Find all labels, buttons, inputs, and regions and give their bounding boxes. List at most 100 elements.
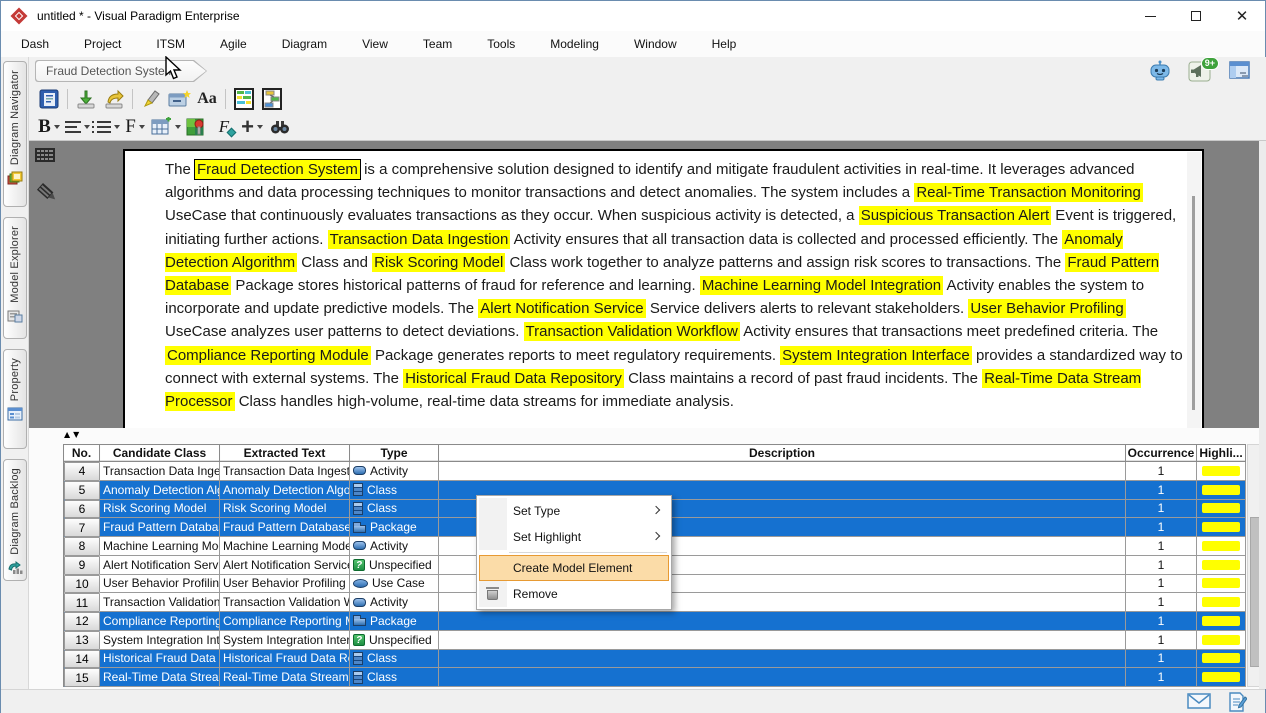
column-header-occ[interactable]: Occurrence xyxy=(1126,445,1197,462)
type-cell[interactable]: Package xyxy=(350,612,439,631)
description-cell[interactable] xyxy=(439,650,1126,669)
description-cell[interactable] xyxy=(439,668,1126,687)
extracted-text-cell[interactable]: Risk Scoring Model xyxy=(220,500,350,519)
row-number-cell[interactable]: 15 xyxy=(64,668,100,687)
type-cell[interactable]: Use Case xyxy=(350,575,439,594)
context-menu-item-remove[interactable]: Remove xyxy=(479,581,669,607)
description-cell[interactable] xyxy=(439,462,1126,481)
highlight-cell[interactable] xyxy=(1197,593,1246,612)
column-header-cand[interactable]: Candidate Class xyxy=(100,445,220,462)
highlight-cell[interactable] xyxy=(1197,668,1246,687)
assistant-robot-icon[interactable] xyxy=(1147,59,1173,83)
row-number-cell[interactable]: 8 xyxy=(64,537,100,556)
occurrence-cell[interactable]: 1 xyxy=(1126,631,1197,650)
add-element-button[interactable]: + xyxy=(239,115,265,139)
row-number-button[interactable]: 4 xyxy=(64,462,100,481)
formula-style-button[interactable]: F xyxy=(211,115,237,139)
row-number-cell[interactable]: 13 xyxy=(64,631,100,650)
candidate-class-cell[interactable]: Transaction Data Ingestion xyxy=(100,462,220,481)
highlight-color-swatch[interactable] xyxy=(1202,616,1240,626)
minimize-button[interactable] xyxy=(1127,1,1173,31)
row-number-cell[interactable]: 9 xyxy=(64,556,100,575)
row-number-cell[interactable]: 11 xyxy=(64,593,100,612)
occurrence-cell[interactable]: 1 xyxy=(1126,500,1197,519)
type-cell[interactable]: ?Unspecified xyxy=(350,556,439,575)
type-cell[interactable]: Activity xyxy=(350,462,439,481)
highlight-color-swatch[interactable] xyxy=(1202,560,1240,570)
highlighted-term[interactable]: Historical Fraud Data Repository xyxy=(403,369,624,388)
highlight-color-swatch[interactable] xyxy=(1202,578,1240,588)
candidate-class-cell[interactable]: Machine Learning Model Integration xyxy=(100,537,220,556)
candidate-class-cell[interactable]: Fraud Pattern Database xyxy=(100,518,220,537)
row-number-button[interactable]: 12 xyxy=(64,612,100,631)
table-row-14[interactable]: 14Historical Fraud Data RepositoryHistor… xyxy=(64,650,1246,669)
menu-agile[interactable]: Agile xyxy=(218,34,249,54)
row-number-button[interactable]: 11 xyxy=(64,593,100,612)
extracted-text-cell[interactable]: System Integration Interface xyxy=(220,631,350,650)
highlighted-term[interactable]: Risk Scoring Model xyxy=(372,253,505,272)
highlight-color-swatch[interactable] xyxy=(1202,503,1240,513)
menu-tools[interactable]: Tools xyxy=(485,34,517,54)
type-cell[interactable]: Activity xyxy=(350,537,439,556)
context-menu-item-create-model-element[interactable]: Create Model Element xyxy=(479,555,669,581)
menu-dash[interactable]: Dash xyxy=(19,34,51,54)
row-number-button[interactable]: 6 xyxy=(64,500,100,519)
table-row-15[interactable]: 15Real-Time Data Stream ProcessorReal-Ti… xyxy=(64,668,1246,687)
extracted-text-cell[interactable]: Compliance Reporting Module xyxy=(220,612,350,631)
candidate-class-cell[interactable]: Alert Notification Service xyxy=(100,556,220,575)
occurrence-cell[interactable]: 1 xyxy=(1126,612,1197,631)
occurrence-cell[interactable]: 1 xyxy=(1126,481,1197,500)
context-menu-item-set-highlight[interactable]: Set Highlight xyxy=(479,524,669,550)
splitter-up-button[interactable]: ▲ xyxy=(63,430,71,440)
row-number-button[interactable]: 7 xyxy=(64,518,100,537)
highlighted-term[interactable]: Transaction Validation Workflow xyxy=(524,322,740,341)
candidate-class-cell[interactable]: Risk Scoring Model xyxy=(100,500,220,519)
row-number-cell[interactable]: 5 xyxy=(64,481,100,500)
list-button[interactable] xyxy=(92,115,120,139)
menu-diagram[interactable]: Diagram xyxy=(280,34,329,54)
highlight-cell[interactable] xyxy=(1197,537,1246,556)
type-cell[interactable]: Package xyxy=(350,518,439,537)
highlighted-term[interactable]: Compliance Reporting Module xyxy=(165,346,371,365)
occurrence-cell[interactable]: 1 xyxy=(1126,575,1197,594)
row-number-button[interactable]: 5 xyxy=(64,481,100,500)
highlighted-term[interactable]: User Behavior Profiling xyxy=(968,299,1125,318)
new-model-window-button[interactable] xyxy=(166,87,192,111)
row-number-cell[interactable]: 7 xyxy=(64,518,100,537)
highlight-cell[interactable] xyxy=(1197,575,1246,594)
candidate-class-cell[interactable]: User Behavior Profiling xyxy=(100,575,220,594)
sidebar-tab-property[interactable]: Property xyxy=(3,349,27,449)
occurrence-cell[interactable]: 1 xyxy=(1126,518,1197,537)
row-number-cell[interactable]: 4 xyxy=(64,462,100,481)
fill-color-button[interactable] xyxy=(183,115,209,139)
export-button[interactable] xyxy=(101,87,127,111)
extracted-text-cell[interactable]: User Behavior Profiling xyxy=(220,575,350,594)
extracted-text-cell[interactable]: Transaction Validation Workflow xyxy=(220,593,350,612)
highlighter-button[interactable] xyxy=(138,87,164,111)
insert-table-button[interactable] xyxy=(150,115,181,139)
occurrence-cell[interactable]: 1 xyxy=(1126,462,1197,481)
column-header-no[interactable]: No. xyxy=(64,445,100,462)
occurrence-cell[interactable]: 1 xyxy=(1126,668,1197,687)
description-cell[interactable] xyxy=(439,631,1126,650)
menu-window[interactable]: Window xyxy=(632,34,679,54)
import-button[interactable] xyxy=(73,87,99,111)
sidebar-tab-model-explorer[interactable]: Model Explorer xyxy=(3,217,27,339)
splitter-down-button[interactable]: ▼ xyxy=(72,430,80,440)
occurrence-cell[interactable]: 1 xyxy=(1126,593,1197,612)
font-size-button[interactable]: Aa xyxy=(194,87,220,111)
menu-modeling[interactable]: Modeling xyxy=(548,34,601,54)
editor-scrollbar[interactable] xyxy=(1187,152,1201,428)
highlight-color-swatch[interactable] xyxy=(1202,635,1240,645)
find-button[interactable] xyxy=(267,115,293,139)
row-number-cell[interactable]: 10 xyxy=(64,575,100,594)
extracted-text-cell[interactable]: Alert Notification Service xyxy=(220,556,350,575)
sidebar-tab-diagram-backlog[interactable]: Diagram Backlog xyxy=(3,459,27,581)
extracted-text-cell[interactable]: Historical Fraud Data Repository xyxy=(220,650,350,669)
panel-layout-icon[interactable] xyxy=(1227,59,1253,83)
font-button[interactable]: F xyxy=(122,115,148,139)
highlighted-term[interactable]: System Integration Interface xyxy=(780,346,972,365)
occurrence-cell[interactable]: 1 xyxy=(1126,537,1197,556)
grid-tool-icon[interactable] xyxy=(34,147,56,166)
occurrence-cell[interactable]: 1 xyxy=(1126,650,1197,669)
